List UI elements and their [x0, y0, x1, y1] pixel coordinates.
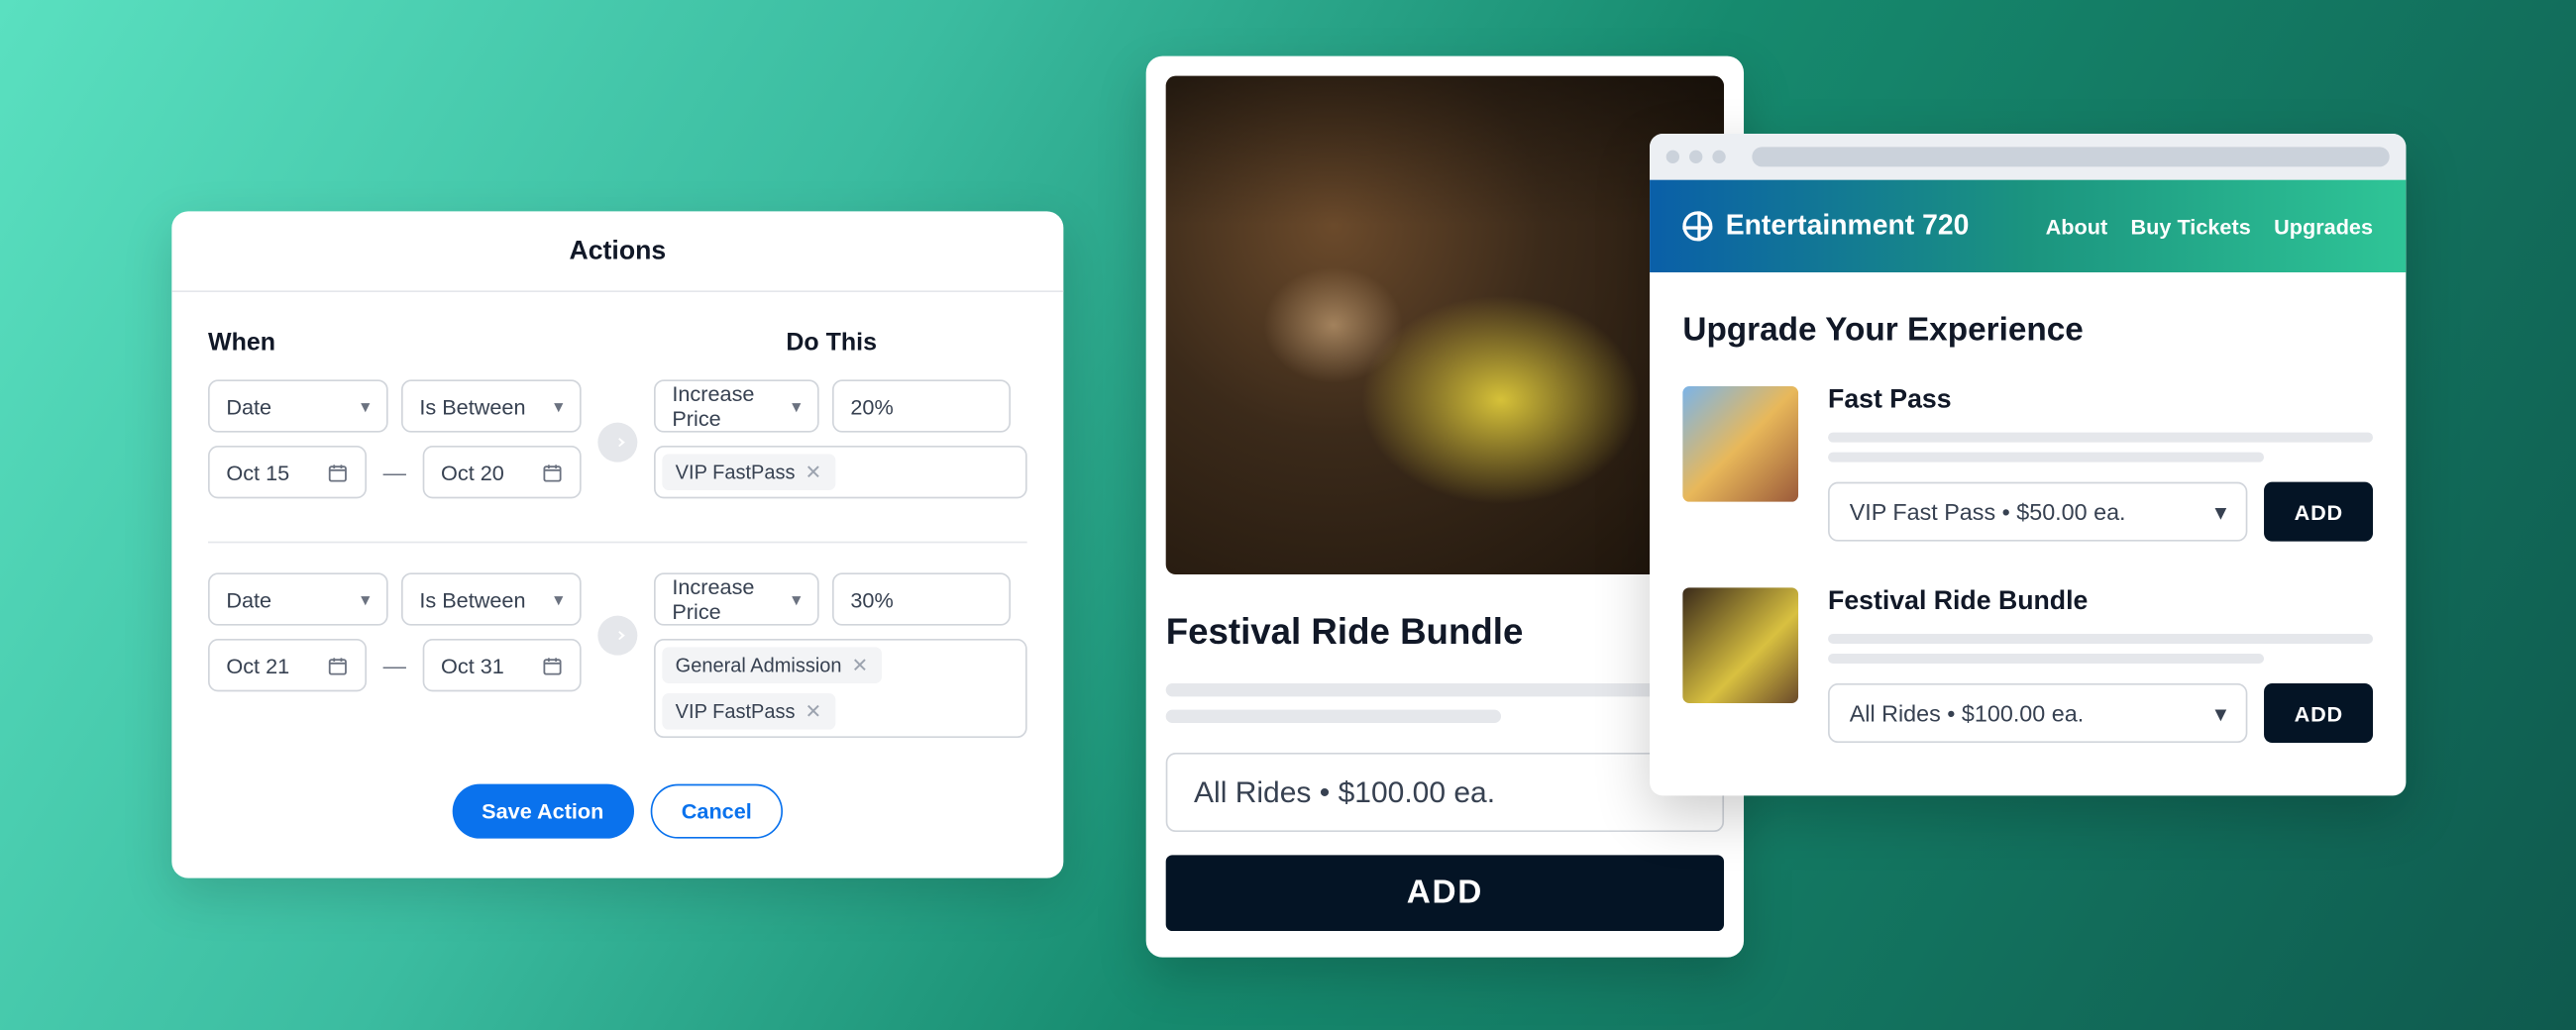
amount-input[interactable]: 20% — [832, 379, 1011, 432]
skeleton-line — [1828, 654, 2264, 664]
rule-row: Date ▾ Is Between ▾ Oct 21 — [208, 542, 1027, 768]
nav-about[interactable]: About — [2046, 214, 2108, 239]
operator-value: Is Between — [419, 394, 525, 419]
operator-select[interactable]: Is Between ▾ — [401, 379, 582, 432]
nav-upgrades[interactable]: Upgrades — [2274, 214, 2373, 239]
date-from-input[interactable]: Oct 21 — [208, 639, 367, 691]
browser-chrome — [1650, 134, 2406, 180]
skeleton-line — [1828, 433, 2373, 443]
upgrade-thumbnail — [1682, 386, 1798, 502]
nav-buy-tickets[interactable]: Buy Tickets — [2131, 214, 2251, 239]
calendar-icon — [327, 462, 349, 483]
upgrade-name: Festival Ride Bundle — [1828, 587, 2373, 617]
upgrade-item: Festival Ride Bundle All Rides • $100.00… — [1682, 587, 2373, 743]
calendar-icon — [542, 655, 564, 676]
chevron-down-icon: ▾ — [2215, 699, 2227, 727]
range-dash: — — [379, 652, 409, 678]
remove-tag-icon[interactable]: ✕ — [852, 654, 869, 676]
chevron-down-icon: ▾ — [2215, 498, 2227, 526]
upgrade-option-select[interactable]: VIP Fast Pass • $50.00 ea. ▾ — [1828, 482, 2248, 542]
chevron-down-icon: ▾ — [792, 395, 801, 417]
brand: Entertainment 720 — [1682, 210, 1969, 243]
chevron-down-icon: ▾ — [554, 588, 563, 610]
remove-tag-icon[interactable]: ✕ — [805, 700, 821, 723]
remove-tag-icon[interactable]: ✕ — [805, 461, 821, 483]
save-action-button[interactable]: Save Action — [452, 784, 633, 839]
globe-icon — [1682, 211, 1712, 241]
tag-input[interactable]: VIP FastPass ✕ — [654, 446, 1027, 498]
chevron-down-icon: ▾ — [361, 395, 370, 417]
condition-field-select[interactable]: Date ▾ — [208, 379, 388, 432]
arrow-right-icon — [597, 423, 637, 463]
upgrade-option-value: All Rides • $100.00 ea. — [1850, 700, 2084, 727]
action-value: Increase Price — [672, 381, 778, 431]
range-dash: — — [379, 459, 409, 485]
tag-chip: VIP FastPass ✕ — [662, 693, 834, 730]
amount-value: 30% — [850, 587, 893, 612]
tag-input[interactable]: General Admission ✕ VIP FastPass ✕ — [654, 639, 1027, 738]
amount-input[interactable]: 30% — [832, 572, 1011, 625]
condition-field-value: Date — [226, 394, 271, 419]
rule-row: Date ▾ Is Between ▾ Oct 15 — [208, 379, 1027, 541]
skeleton-line — [1166, 710, 1501, 723]
top-nav: About Buy Tickets Upgrades — [2046, 214, 2373, 239]
bundle-option-select[interactable]: All Rides • $100.00 ea. — [1166, 753, 1724, 832]
actions-title: Actions — [171, 211, 1063, 292]
upgrade-add-button[interactable]: ADD — [2265, 482, 2373, 542]
calendar-icon — [327, 655, 349, 676]
upgrade-name: Fast Pass — [1828, 386, 2373, 416]
address-bar[interactable] — [1752, 147, 2389, 166]
skeleton-line — [1828, 634, 2373, 644]
upgrade-item: Fast Pass VIP Fast Pass • $50.00 ea. ▾ A… — [1682, 386, 2373, 542]
tag-label: General Admission — [676, 654, 842, 676]
chevron-down-icon: ▾ — [361, 588, 370, 610]
date-from-value: Oct 21 — [226, 653, 289, 677]
operator-value: Is Between — [419, 587, 525, 612]
upgrade-option-select[interactable]: All Rides • $100.00 ea. ▾ — [1828, 683, 2248, 743]
date-to-value: Oct 20 — [441, 460, 504, 484]
tag-chip: General Admission ✕ — [662, 647, 881, 683]
window-control-icon — [1689, 151, 1702, 163]
amount-value: 20% — [850, 394, 893, 419]
arrow-right-icon — [597, 616, 637, 656]
section-title: Upgrade Your Experience — [1682, 312, 2373, 350]
site-header: Entertainment 720 About Buy Tickets Upgr… — [1650, 180, 2406, 272]
window-control-icon — [1666, 151, 1679, 163]
dothis-label: Do This — [786, 329, 877, 357]
tag-label: VIP FastPass — [676, 461, 796, 483]
tag-chip: VIP FastPass ✕ — [662, 454, 834, 490]
date-to-value: Oct 31 — [441, 653, 504, 677]
when-label: When — [208, 329, 582, 357]
date-from-value: Oct 15 — [226, 460, 289, 484]
brand-name: Entertainment 720 — [1726, 210, 1970, 243]
date-to-input[interactable]: Oct 31 — [423, 639, 582, 691]
upgrade-add-button[interactable]: ADD — [2265, 683, 2373, 743]
bundle-hero-image — [1166, 76, 1724, 574]
browser-window: Entertainment 720 About Buy Tickets Upgr… — [1650, 134, 2406, 795]
calendar-icon — [542, 462, 564, 483]
chevron-down-icon: ▾ — [792, 588, 801, 610]
bundle-option-value: All Rides • $100.00 ea. — [1194, 775, 1495, 810]
action-value: Increase Price — [672, 574, 778, 624]
bundle-title: Festival Ride Bundle — [1166, 611, 1724, 654]
action-select[interactable]: Increase Price ▾ — [654, 572, 819, 625]
operator-select[interactable]: Is Between ▾ — [401, 572, 582, 625]
tag-label: VIP FastPass — [676, 700, 796, 723]
skeleton-line — [1828, 453, 2264, 463]
chevron-down-icon: ▾ — [554, 395, 563, 417]
skeleton-line — [1166, 683, 1724, 696]
window-control-icon — [1712, 151, 1725, 163]
upgrade-option-value: VIP Fast Pass • $50.00 ea. — [1850, 498, 2126, 525]
date-to-input[interactable]: Oct 20 — [423, 446, 582, 498]
bundle-add-button[interactable]: ADD — [1166, 855, 1724, 931]
date-from-input[interactable]: Oct 15 — [208, 446, 367, 498]
action-select[interactable]: Increase Price ▾ — [654, 379, 819, 432]
condition-field-select[interactable]: Date ▾ — [208, 572, 388, 625]
cancel-button[interactable]: Cancel — [650, 784, 783, 839]
upgrade-thumbnail — [1682, 587, 1798, 703]
actions-card: Actions When Do This Date ▾ Is Between — [171, 211, 1063, 877]
condition-field-value: Date — [226, 587, 271, 612]
